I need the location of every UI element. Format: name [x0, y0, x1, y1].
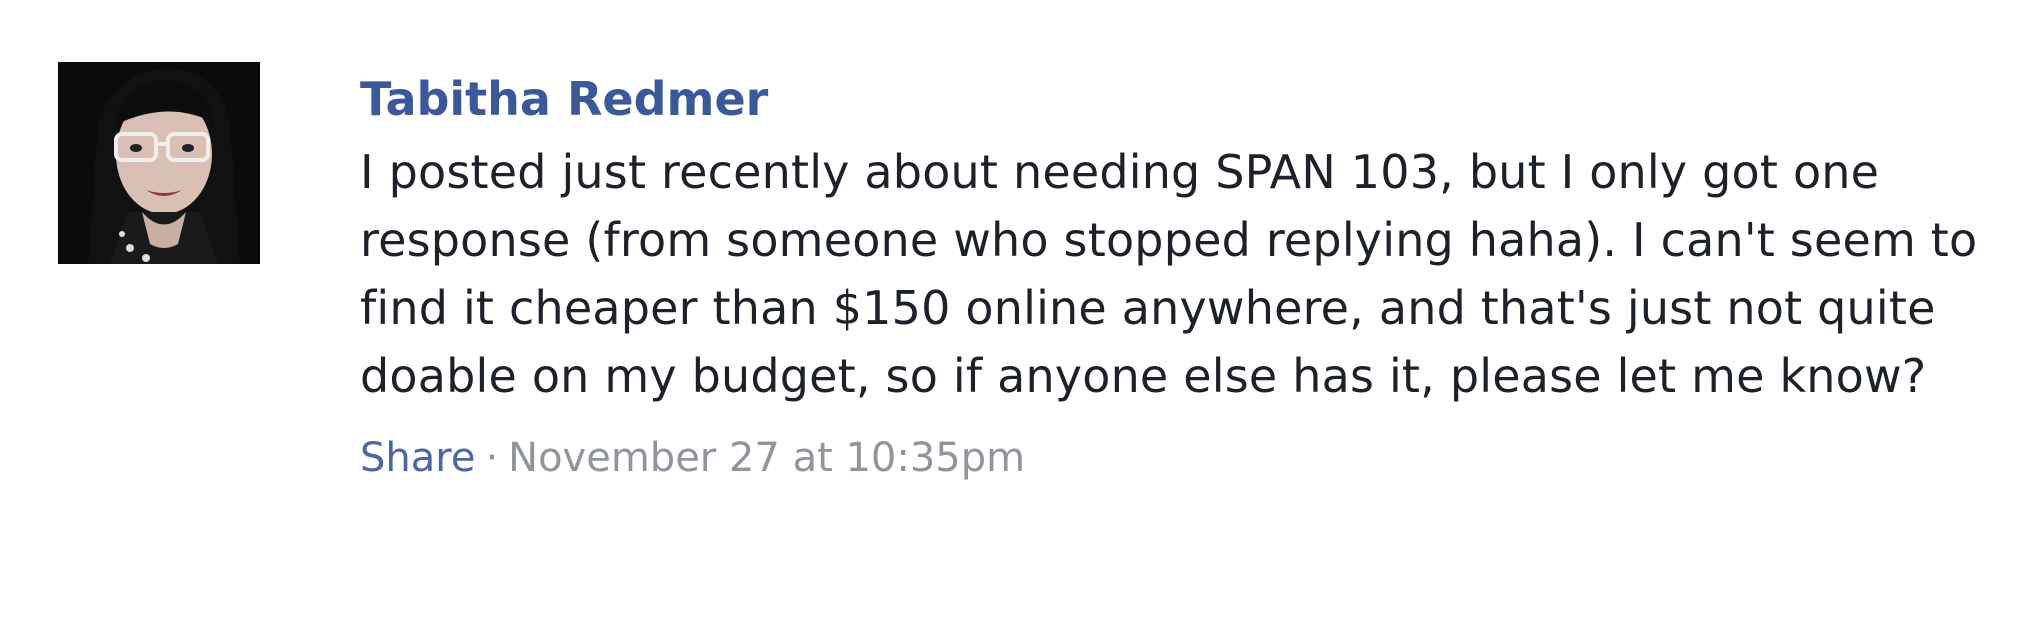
post-timestamp[interactable]: November 27 at 10:35pm: [508, 435, 1025, 481]
comment-post: Tabitha Redmer I posted just recently ab…: [58, 62, 1998, 484]
avatar[interactable]: [58, 62, 260, 264]
post-message: I posted just recently about needing SPA…: [360, 145, 1978, 403]
share-link[interactable]: Share: [360, 435, 475, 481]
post-meta: Share · November 27 at 10:35pm: [360, 432, 2040, 484]
avatar-photo: [58, 62, 260, 264]
meta-separator: ·: [485, 435, 499, 481]
post-content: Tabitha Redmer I posted just recently ab…: [360, 62, 2040, 484]
author-name-link[interactable]: Tabitha Redmer: [360, 70, 2040, 128]
